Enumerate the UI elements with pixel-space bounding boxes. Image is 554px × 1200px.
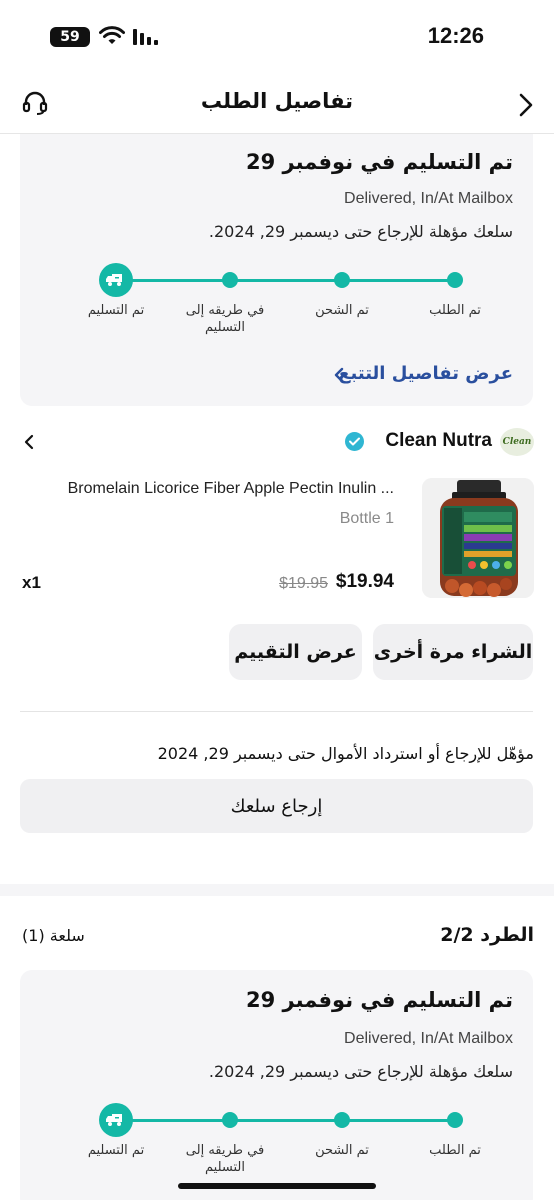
delivery-status: Delivered, In/At Mailbox — [344, 1030, 513, 1047]
truck-icon — [99, 1103, 133, 1137]
product-original-price: $19.95 — [279, 575, 328, 592]
section-separator — [0, 884, 554, 896]
tracker-dot — [222, 1112, 238, 1128]
status-bar: 59 12:26 — [0, 0, 554, 72]
store-name[interactable]: Clean Nutra — [385, 430, 492, 452]
tracker-line — [116, 1119, 456, 1122]
product-name[interactable]: Bromelain Licorice Fiber Apple Pectin In… — [68, 480, 394, 498]
tracker-dot — [222, 272, 238, 288]
delivery-card-2: تم التسليم في نوفمبر 29 Delivered, In/At… — [20, 970, 533, 1200]
clock: 12:26 — [427, 23, 484, 48]
chevron-left-icon[interactable] — [334, 367, 344, 383]
delivery-status: Delivered, In/At Mailbox — [344, 190, 513, 207]
signal-icon — [133, 29, 158, 45]
product-price: $19.94 — [335, 571, 394, 592]
store-row[interactable]: Clean Clean Nutra — [0, 422, 554, 466]
step-label-ordered: تم الطلب — [429, 303, 481, 318]
page-title: تفاصيل الطلب — [200, 89, 354, 113]
parcel-title: الطرد 2/2 — [440, 924, 534, 946]
return-eligibility: سلعك مؤهلة للإرجاع حتى ديسمبر 29, 2024. — [208, 222, 513, 241]
chevron-left-icon[interactable] — [24, 434, 34, 450]
return-eligibility: سلعك مؤهلة للإرجاع حتى ديسمبر 29, 2024. — [208, 1062, 513, 1081]
delivery-title: تم التسليم في نوفمبر 29 — [246, 150, 513, 174]
tracker-line — [116, 279, 456, 282]
product-image[interactable] — [422, 478, 534, 598]
tracking-details-link[interactable]: عرض تفاصيل التتبع — [338, 363, 513, 384]
chevron-right-icon[interactable] — [518, 92, 534, 118]
tracker-dot — [447, 1112, 463, 1128]
step-label-ordered: تم الطلب — [429, 1143, 481, 1158]
return-item-button[interactable]: إرجاع سلعك — [20, 779, 533, 833]
delivery-card: تم التسليم في نوفمبر 29 Delivered, In/At… — [20, 134, 533, 406]
divider — [20, 711, 533, 712]
product-quantity: x1 — [22, 573, 41, 592]
store-logo: Clean — [500, 428, 534, 456]
step-label-delivered: تم التسليم — [87, 1143, 145, 1158]
battery-icon: 59 — [50, 27, 90, 47]
step-label-delivered: تم التسليم — [87, 303, 145, 318]
step-label-in-transit: في طريقه إلى التسليم — [185, 1143, 265, 1175]
view-review-button[interactable]: عرض التقييم — [229, 624, 362, 680]
truck-icon — [99, 263, 133, 297]
return-note: مؤهّل للإرجاع أو استرداد الأموال حتى ديس… — [157, 744, 534, 763]
step-label-in-transit: في طريقه إلى التسليم — [185, 303, 265, 335]
step-label-shipped: تم الشحن — [315, 1143, 369, 1158]
buy-again-button[interactable]: الشراء مرة أخرى — [373, 624, 533, 680]
tracker-dot — [334, 272, 350, 288]
home-indicator[interactable] — [178, 1183, 376, 1189]
tracker-dot — [334, 1112, 350, 1128]
tracker-dot — [447, 272, 463, 288]
delivery-title: تم التسليم في نوفمبر 29 — [246, 988, 513, 1012]
wifi-icon — [99, 26, 125, 44]
step-label-shipped: تم الشحن — [315, 303, 369, 318]
parcel-item-count: سلعة (1) — [22, 926, 85, 945]
nav-header: تفاصيل الطلب — [0, 72, 554, 134]
verified-check-icon — [345, 432, 364, 451]
product-variant: Bottle 1 — [339, 510, 394, 527]
